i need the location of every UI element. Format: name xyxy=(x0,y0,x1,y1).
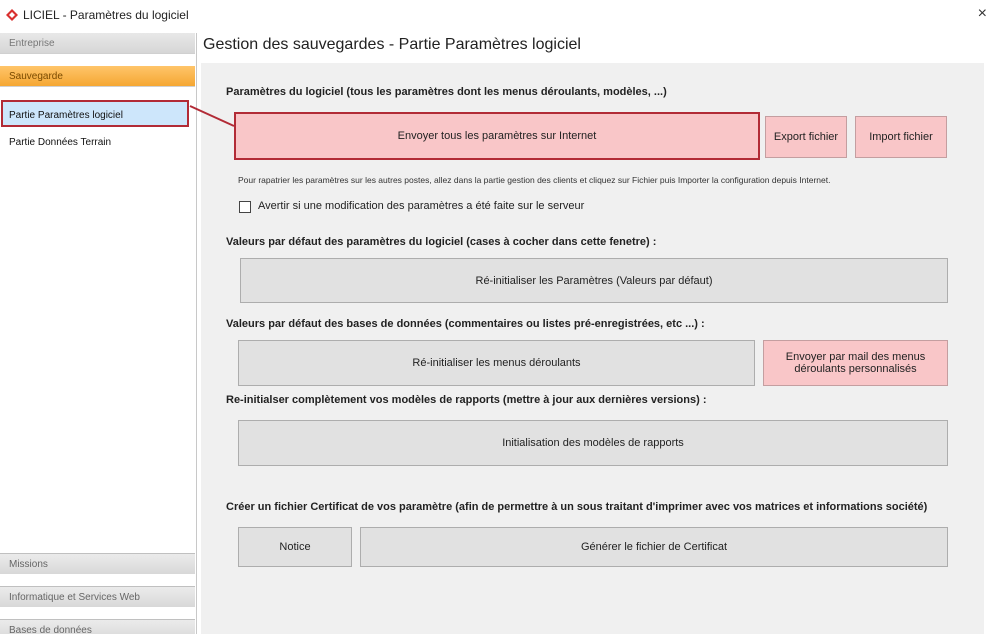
window-titlebar: LICIEL - Paramètres du logiciel × xyxy=(0,0,989,32)
warn-modification-label: Avertir si une modification des paramètr… xyxy=(258,200,585,212)
sidebar-section-informatique[interactable]: Informatique et Services Web xyxy=(0,586,195,607)
generate-certificate-button[interactable]: Générer le fichier de Certificat xyxy=(360,527,948,567)
close-icon[interactable]: × xyxy=(978,5,987,23)
reset-menus-button[interactable]: Ré-initialiser les menus déroulants xyxy=(238,340,755,386)
reset-parameters-button[interactable]: Ré-initialiser les Paramètres (Valeurs p… xyxy=(240,258,948,303)
window-title: LICIEL - Paramètres du logiciel xyxy=(23,8,189,22)
send-menus-by-mail-button[interactable]: Envoyer par mail des menus déroulants pe… xyxy=(763,340,948,386)
import-hint-text: Pour rapatrier les paramètres sur les au… xyxy=(238,175,831,185)
section-heading-bases-donnees: Valeurs par défaut des bases de données … xyxy=(226,318,705,330)
sidebar-section-bases-de-donnees[interactable]: Bases de données xyxy=(0,619,195,634)
sidebar-item-parametres-logiciel[interactable]: Partie Paramètres logiciel xyxy=(1,100,189,127)
section-heading-valeurs-parametres: Valeurs par défaut des paramètres du log… xyxy=(226,236,657,248)
notice-button[interactable]: Notice xyxy=(238,527,352,567)
liciel-logo-icon xyxy=(6,9,18,21)
sidebar-item-label: Partie Données Terrain xyxy=(9,137,112,148)
send-menus-line2: déroulants personnalisés xyxy=(794,363,917,375)
sidebar-item-donnees-terrain[interactable]: Partie Données Terrain xyxy=(0,132,195,152)
import-file-button[interactable]: Import fichier xyxy=(855,116,947,158)
section-heading-modeles-rapports: Re-initialser complètement vos modèles d… xyxy=(226,394,707,406)
send-menus-line1: Envoyer par mail des menus xyxy=(785,351,926,363)
section-heading-parametres: Paramètres du logiciel (tous les paramèt… xyxy=(226,86,667,98)
sidebar: Entreprise Sauvegarde Partie Paramètres … xyxy=(0,33,197,634)
warn-modification-checkbox[interactable] xyxy=(239,201,251,213)
page-title: Gestion des sauvegardes - Partie Paramèt… xyxy=(203,36,581,53)
sidebar-section-entreprise[interactable]: Entreprise xyxy=(0,33,195,54)
init-report-templates-button[interactable]: Initialisation des modèles de rapports xyxy=(238,420,948,466)
sidebar-section-sauvegarde[interactable]: Sauvegarde xyxy=(0,66,195,87)
export-file-button[interactable]: Export fichier xyxy=(765,116,847,158)
sidebar-section-missions[interactable]: Missions xyxy=(0,553,195,574)
sidebar-item-label: Partie Paramètres logiciel xyxy=(9,110,123,121)
send-all-parameters-button[interactable]: Envoyer tous les paramètres sur Internet xyxy=(234,112,760,160)
section-heading-certificat: Créer un fichier Certificat de vos param… xyxy=(226,501,928,513)
